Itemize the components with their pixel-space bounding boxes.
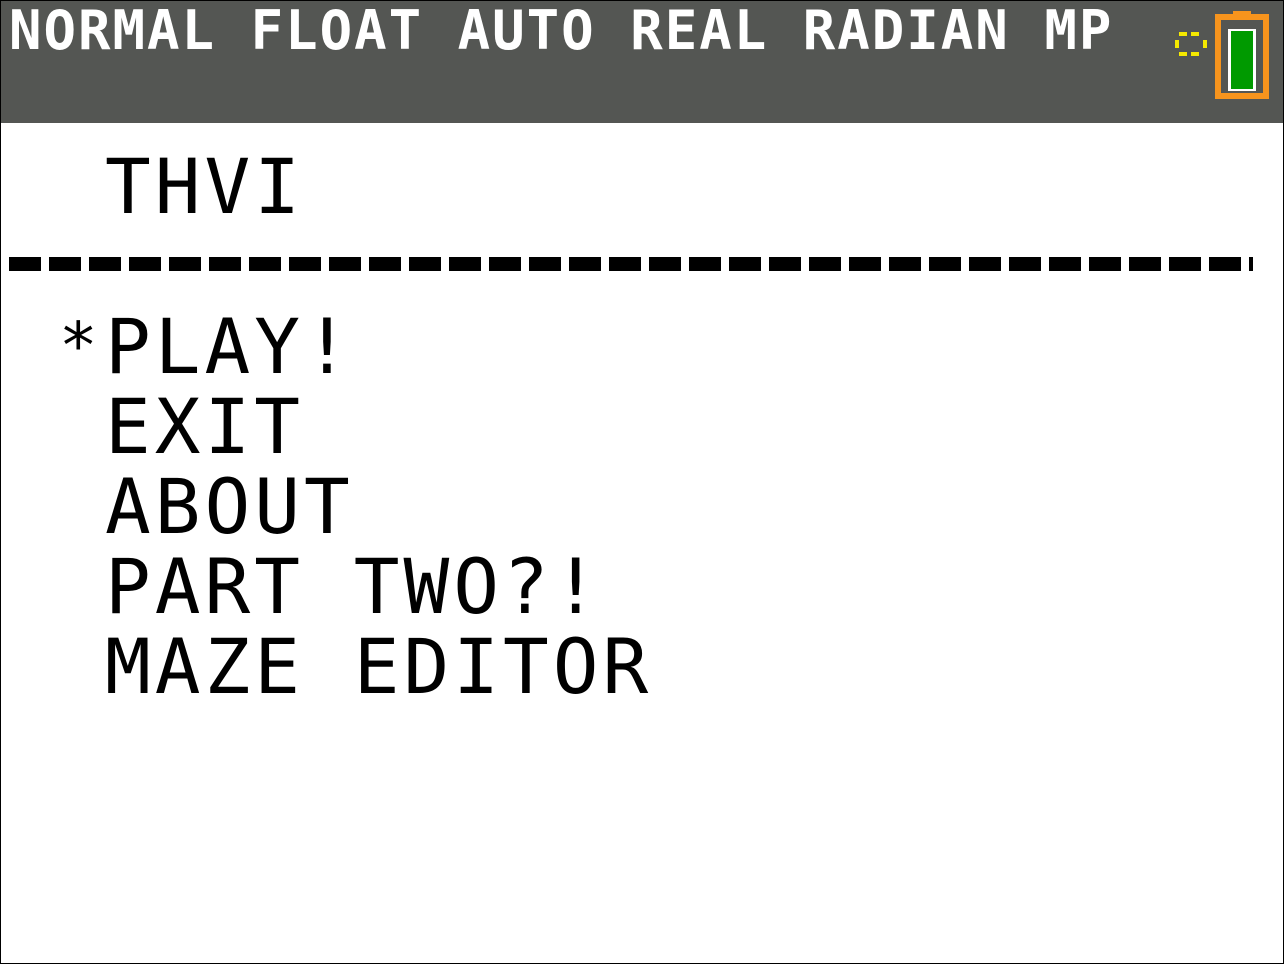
selection-marker: * bbox=[59, 310, 98, 384]
battery-icon bbox=[1215, 11, 1269, 99]
calculator-screen: NORMAL FLOAT AUTO REAL RADIAN MP THVI * … bbox=[0, 0, 1284, 964]
menu-item-exit[interactable]: EXIT bbox=[105, 387, 304, 467]
menu-item-part-two[interactable]: PART TWO?! bbox=[105, 547, 603, 627]
menu-title: THVI bbox=[105, 142, 305, 231]
busy-dots-icon bbox=[1175, 32, 1207, 56]
menu-item-play[interactable]: PLAY! bbox=[105, 307, 354, 387]
menu-item-about[interactable]: ABOUT bbox=[105, 467, 354, 547]
mode-settings-text: NORMAL FLOAT AUTO REAL RADIAN MP bbox=[9, 0, 1114, 62]
status-bar: NORMAL FLOAT AUTO REAL RADIAN MP bbox=[1, 1, 1283, 123]
menu-item-maze-editor[interactable]: MAZE EDITOR bbox=[105, 627, 652, 707]
program-output: THVI * PLAY! EXIT ABOUT PART TWO?! MAZE … bbox=[1, 123, 1283, 963]
dashed-divider bbox=[9, 257, 1253, 271]
